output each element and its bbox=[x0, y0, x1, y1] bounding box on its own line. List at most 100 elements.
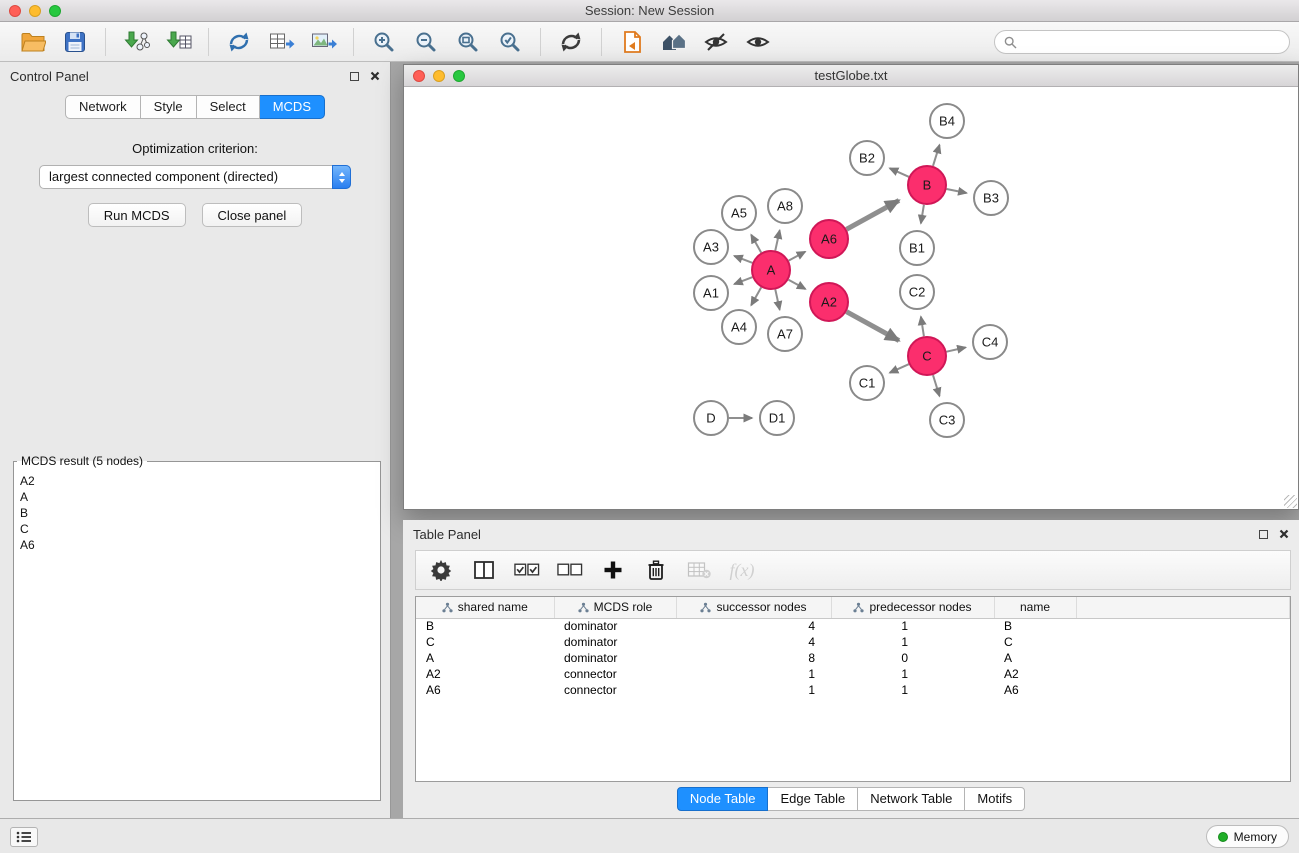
tab-motifs[interactable]: Motifs bbox=[965, 787, 1025, 811]
graph-node-C1[interactable]: C1 bbox=[850, 366, 884, 400]
graph-node-A3[interactable]: A3 bbox=[694, 230, 728, 264]
delete-row-icon[interactable] bbox=[643, 557, 669, 583]
run-mcds-button[interactable]: Run MCDS bbox=[88, 203, 186, 227]
zoom-out-icon[interactable] bbox=[410, 26, 442, 58]
task-history-button[interactable] bbox=[10, 827, 38, 847]
split-view-icon[interactable] bbox=[471, 557, 497, 583]
column-header-name[interactable]: name bbox=[994, 597, 1076, 618]
close-panel-button[interactable]: Close panel bbox=[202, 203, 303, 227]
deselect-all-icon[interactable] bbox=[557, 557, 583, 583]
add-row-icon[interactable] bbox=[600, 557, 626, 583]
column-header-successor-nodes[interactable]: successor nodes bbox=[676, 597, 831, 618]
save-session-icon[interactable] bbox=[59, 26, 91, 58]
search-input[interactable] bbox=[1023, 35, 1280, 49]
export-image-icon[interactable] bbox=[307, 26, 339, 58]
graph-edge-A6-B[interactable] bbox=[847, 200, 900, 229]
column-header-predecessor-nodes[interactable]: predecessor nodes bbox=[831, 597, 994, 618]
graph-edge-C-C4[interactable] bbox=[947, 347, 966, 351]
graph-node-A7[interactable]: A7 bbox=[768, 317, 802, 351]
graph-edge-C-C3[interactable] bbox=[933, 375, 940, 396]
mcds-result-item[interactable]: A6 bbox=[20, 537, 374, 553]
float-panel-icon[interactable] bbox=[350, 72, 359, 81]
graph-edge-A-A4[interactable] bbox=[751, 287, 761, 305]
close-window-button[interactable] bbox=[9, 5, 21, 17]
graph-edge-A-A5[interactable] bbox=[751, 235, 761, 253]
mcds-result-item[interactable]: A bbox=[20, 489, 374, 505]
graph-node-A1[interactable]: A1 bbox=[694, 276, 728, 310]
graph-node-A5[interactable]: A5 bbox=[722, 196, 756, 230]
minimize-window-button[interactable] bbox=[29, 5, 41, 17]
table-row[interactable]: A6connector11A6 bbox=[416, 682, 1290, 698]
column-header-mcds-role[interactable]: MCDS role bbox=[554, 597, 676, 618]
zoom-selected-icon[interactable] bbox=[494, 26, 526, 58]
mcds-result-item[interactable]: A2 bbox=[20, 473, 374, 489]
graph-edge-B-B1[interactable] bbox=[921, 205, 924, 224]
graph-node-A4[interactable]: A4 bbox=[722, 310, 756, 344]
graph-edge-A2-C[interactable] bbox=[847, 312, 900, 341]
table-row[interactable]: Bdominator41B bbox=[416, 618, 1290, 634]
show-graphics-details-icon[interactable] bbox=[742, 26, 774, 58]
zoom-window-button[interactable] bbox=[49, 5, 61, 17]
mcds-result-item[interactable]: B bbox=[20, 505, 374, 521]
graph-edge-A-A3[interactable] bbox=[734, 256, 752, 263]
open-session-icon[interactable] bbox=[17, 26, 49, 58]
select-all-icon[interactable] bbox=[514, 557, 540, 583]
graph-node-B4[interactable]: B4 bbox=[930, 104, 964, 138]
graph-node-C3[interactable]: C3 bbox=[930, 403, 964, 437]
graph-node-B[interactable]: B bbox=[908, 166, 946, 204]
mcds-result-item[interactable]: C bbox=[20, 521, 374, 537]
tab-network[interactable]: Network bbox=[65, 95, 141, 119]
close-panel-icon[interactable] bbox=[370, 69, 380, 84]
graph-node-B1[interactable]: B1 bbox=[900, 231, 934, 265]
close-network-window-button[interactable] bbox=[413, 70, 425, 82]
graph-node-A2[interactable]: A2 bbox=[810, 283, 848, 321]
open-document-icon[interactable] bbox=[616, 26, 648, 58]
graph-node-C[interactable]: C bbox=[908, 337, 946, 375]
criterion-dropdown[interactable]: largest connected component (directed) bbox=[39, 165, 351, 189]
export-table-icon[interactable] bbox=[265, 26, 297, 58]
graph-edge-B-B2[interactable] bbox=[890, 168, 909, 177]
table-row[interactable]: A2connector11A2 bbox=[416, 666, 1290, 682]
graph-node-B2[interactable]: B2 bbox=[850, 141, 884, 175]
graph-edge-C-C2[interactable] bbox=[921, 317, 924, 337]
graph-edge-C-C1[interactable] bbox=[890, 364, 909, 373]
graph-edge-A-A1[interactable] bbox=[734, 277, 752, 284]
home-views-icon[interactable] bbox=[658, 26, 690, 58]
table-row[interactable]: Adominator80A bbox=[416, 650, 1290, 666]
graph-node-D1[interactable]: D1 bbox=[760, 401, 794, 435]
graph-edge-A-A6[interactable] bbox=[789, 252, 806, 261]
float-table-panel-icon[interactable] bbox=[1259, 530, 1268, 539]
graph-node-A6[interactable]: A6 bbox=[810, 220, 848, 258]
graph-edge-B-B4[interactable] bbox=[933, 145, 940, 166]
graph-node-A8[interactable]: A8 bbox=[768, 189, 802, 223]
hide-graphics-details-icon[interactable] bbox=[700, 26, 732, 58]
tab-select[interactable]: Select bbox=[197, 95, 260, 119]
close-table-panel-icon[interactable] bbox=[1279, 527, 1289, 542]
graph-node-C4[interactable]: C4 bbox=[973, 325, 1007, 359]
graph-node-D[interactable]: D bbox=[694, 401, 728, 435]
column-header-shared-name[interactable]: shared name bbox=[416, 597, 554, 618]
graph-edge-A-A8[interactable] bbox=[775, 230, 779, 250]
tab-network-table[interactable]: Network Table bbox=[858, 787, 965, 811]
memory-button[interactable]: Memory bbox=[1206, 825, 1289, 848]
tab-mcds[interactable]: MCDS bbox=[260, 95, 325, 119]
window-resize-grip[interactable] bbox=[1284, 495, 1297, 508]
graph-node-C2[interactable]: C2 bbox=[900, 275, 934, 309]
tab-node-table[interactable]: Node Table bbox=[677, 787, 769, 811]
network-canvas[interactable]: B4B2BB3A8A5A6A3B1AC2A1A2A4A7C4CC1DD1C3 bbox=[404, 87, 1298, 509]
network-graph[interactable]: B4B2BB3A8A5A6A3B1AC2A1A2A4A7C4CC1DD1C3 bbox=[404, 87, 1298, 509]
zoom-fit-icon[interactable] bbox=[452, 26, 484, 58]
import-network-icon[interactable] bbox=[120, 26, 152, 58]
import-table-icon[interactable] bbox=[162, 26, 194, 58]
table-settings-icon[interactable] bbox=[428, 557, 454, 583]
minimize-network-window-button[interactable] bbox=[433, 70, 445, 82]
export-network-icon[interactable] bbox=[223, 26, 255, 58]
zoom-network-window-button[interactable] bbox=[453, 70, 465, 82]
tab-edge-table[interactable]: Edge Table bbox=[768, 787, 858, 811]
graph-edge-B-B3[interactable] bbox=[947, 189, 967, 193]
graph-node-B3[interactable]: B3 bbox=[974, 181, 1008, 215]
zoom-in-icon[interactable] bbox=[368, 26, 400, 58]
network-window-titlebar[interactable]: testGlobe.txt bbox=[404, 65, 1298, 87]
search-field[interactable] bbox=[994, 30, 1290, 54]
graph-edge-A-A2[interactable] bbox=[789, 280, 806, 289]
